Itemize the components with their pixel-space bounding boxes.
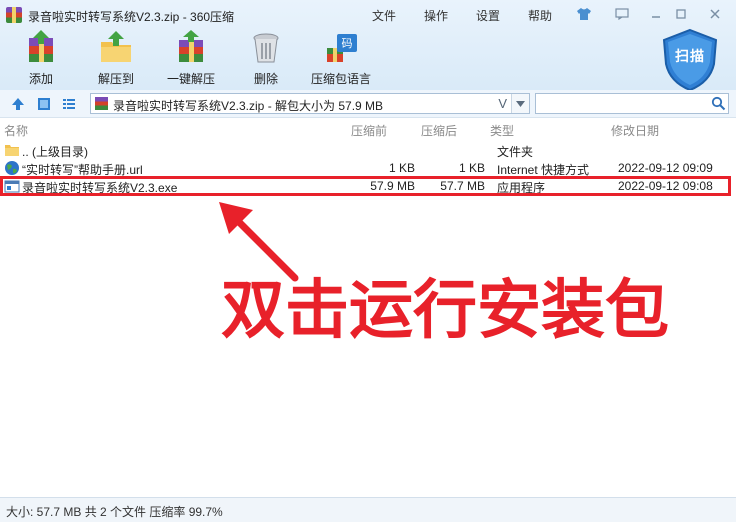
minimize-icon[interactable] [646,6,666,22]
address-bar[interactable]: 录音啦实时转写系统V2.3.zip - 解包大小为 57.9 MB V [90,93,530,114]
list-view-icon[interactable] [60,95,78,113]
title-bar: 录音啦实时转写系统V2.3.zip - 360压缩 文件 操作 设置 帮助 [0,0,736,30]
add-button[interactable]: 添加 [5,30,77,88]
file-type: 文件夹 [497,145,534,159]
one-click-extract-button[interactable]: 一键解压 [155,30,227,88]
file-type: Internet 快捷方式 [497,163,590,177]
header-area: 录音啦实时转写系统V2.3.zip - 360压缩 文件 操作 设置 帮助 添加… [0,0,736,92]
exe-app-icon [4,180,20,193]
folder-icon [5,145,19,156]
menu-file[interactable]: 文件 [372,7,396,24]
archive-language-button[interactable]: 码 压缩包语言 [305,30,377,88]
status-bar: 大小: 57.7 MB 共 2 个文件 压缩率 99.7% [0,497,736,522]
address-v-button[interactable]: V [498,96,507,111]
menu-settings[interactable]: 设置 [476,7,500,24]
file-name: .. (上级目录) [22,145,88,159]
delete-trash-icon [253,33,279,63]
one-click-extract-icon [179,30,203,62]
column-size-after[interactable]: 压缩后 [421,122,457,139]
menu-help[interactable]: 帮助 [528,7,552,24]
archive-window: 录音啦实时转写系统V2.3.zip - 360压缩 文件 操作 设置 帮助 添加… [0,0,736,522]
file-size-after: 57.7 MB [440,179,485,193]
archive-language-icon: 码 [327,34,357,62]
column-type[interactable]: 类型 [490,122,514,139]
close-icon[interactable] [705,6,725,22]
search-box [535,93,729,114]
extract-to-button[interactable]: 解压到 [80,30,152,88]
search-input[interactable] [539,96,707,111]
one-click-extract-label: 一键解压 [166,72,215,86]
file-row-exe[interactable]: 录音啦实时转写系统V2.3.exe 57.9 MB 57.7 MB 应用程序 2… [0,177,736,195]
skin-shirt-icon[interactable] [574,6,594,22]
file-type: 应用程序 [497,181,546,195]
file-row-parent[interactable]: .. (上级目录) 文件夹 [0,141,736,159]
file-list-header: 名称 压缩前 压缩后 类型 修改日期 [0,119,736,139]
column-modified[interactable]: 修改日期 [611,122,659,139]
search-icon[interactable] [711,96,726,111]
archive-language-label: 压缩包语言 [310,72,371,86]
maximize-icon[interactable] [671,6,691,22]
window-title: 录音啦实时转写系统V2.3.zip - 360压缩 [28,10,235,24]
globe-icon [5,161,19,175]
feedback-icon[interactable] [612,6,632,22]
delete-label: 删除 [253,72,278,86]
file-name: “实时转写”帮助手册.url [22,163,143,177]
language-badge: 码 [342,37,353,50]
file-size-before: 1 KB [388,161,415,175]
column-size-before[interactable]: 压缩前 [351,122,387,139]
file-size-before: 57.9 MB [370,179,415,193]
file-modified: 2022-09-12 09:09 [618,161,713,175]
column-name[interactable]: 名称 [4,122,28,139]
address-dropdown-button[interactable] [511,94,529,113]
annotation-arrow-icon [219,202,299,282]
file-name: 录音啦实时转写系统V2.3.exe [22,181,178,195]
address-path: 录音啦实时转写系统V2.3.zip - 解包大小为 57.9 MB [113,99,384,113]
menu-operate[interactable]: 操作 [424,7,448,24]
add-label: 添加 [28,72,53,86]
large-icon-view-icon[interactable] [35,95,53,113]
app-logo-icon [6,7,22,23]
scan-label: 扫描 [675,48,705,64]
scan-button[interactable]: 扫描 [658,28,722,92]
up-arrow-icon[interactable] [9,95,27,113]
annotation-callout: 双击运行安装包 [221,274,669,348]
file-row-url[interactable]: “实时转写”帮助手册.url 1 KB 1 KB Internet 快捷方式 2… [0,159,736,177]
address-row: 录音啦实时转写系统V2.3.zip - 解包大小为 57.9 MB V [0,90,736,118]
extract-to-icon [101,31,131,62]
file-size-after: 1 KB [458,161,485,175]
delete-button[interactable]: 删除 [230,30,302,88]
status-text: 大小: 57.7 MB 共 2 个文件 压缩率 99.7% [6,505,223,519]
file-modified: 2022-09-12 09:08 [618,179,713,193]
zip-file-icon [95,97,108,110]
chevron-down-icon [516,100,525,107]
extract-to-label: 解压到 [97,72,134,86]
add-archive-icon [29,30,53,62]
